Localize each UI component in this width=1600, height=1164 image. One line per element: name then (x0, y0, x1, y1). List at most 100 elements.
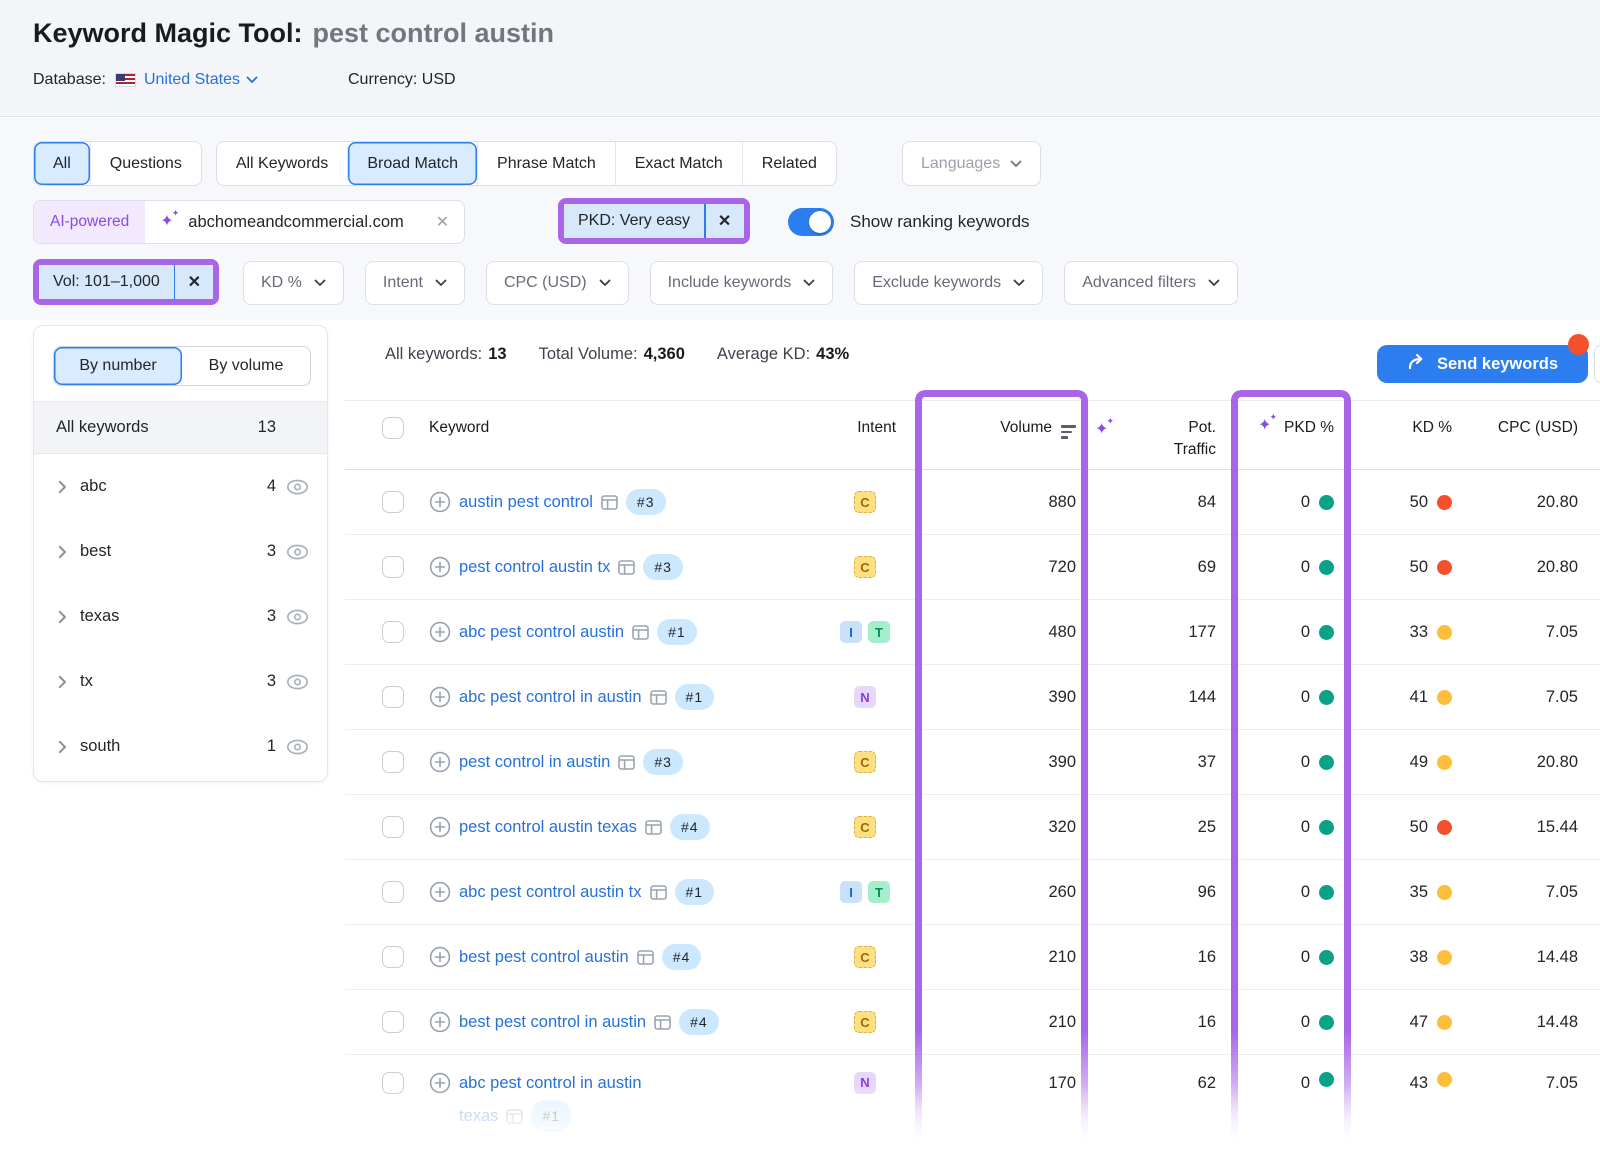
kd-value: 47 (1410, 1013, 1428, 1032)
volume-filter-chip[interactable]: Vol: 101–1,000 ✕ (39, 265, 213, 299)
add-keyword-icon[interactable] (429, 686, 451, 708)
tab-phrase-match[interactable]: Phrase Match (477, 142, 615, 185)
pkd-filter-chip[interactable]: PKD: Very easy ✕ (564, 204, 744, 238)
row-checkbox[interactable] (382, 881, 404, 903)
header-keyword[interactable]: Keyword (420, 401, 830, 469)
row-checkbox[interactable] (382, 1072, 404, 1094)
row-checkbox[interactable] (382, 946, 404, 968)
clear-domain-icon[interactable]: ✕ (436, 212, 449, 232)
row-checkbox[interactable] (382, 686, 404, 708)
eye-icon[interactable] (286, 674, 309, 690)
serp-features-icon[interactable] (632, 625, 649, 640)
intent-cell: IT (830, 600, 900, 664)
pot-traffic-value: 62 (1081, 1055, 1221, 1094)
table-row: abc pest control austin#1IT4801770337.05 (345, 600, 1600, 665)
add-keyword-icon[interactable] (429, 1011, 451, 1033)
keyword-link[interactable]: pest control in austin (459, 753, 610, 772)
row-checkbox[interactable] (382, 621, 404, 643)
add-keyword-icon[interactable] (429, 1072, 451, 1094)
add-keyword-icon[interactable] (429, 881, 451, 903)
database-selector[interactable]: United States (144, 71, 258, 89)
tab-broad-match[interactable]: Broad Match (347, 142, 477, 185)
serp-features-icon[interactable] (506, 1109, 523, 1124)
add-keyword-icon[interactable] (429, 621, 451, 643)
keyword-link[interactable]: pest control austin tx (459, 558, 610, 577)
tab-exact-match[interactable]: Exact Match (615, 142, 742, 185)
filter-dropdown-intent[interactable]: Intent (365, 261, 465, 305)
pkd-cell: 0 (1221, 1055, 1344, 1094)
eye-icon[interactable] (286, 479, 309, 495)
remove-pkd-filter-icon[interactable]: ✕ (706, 211, 744, 231)
group-row-abc[interactable]: abc4 (34, 454, 327, 519)
group-count: 3 (256, 672, 276, 691)
filter-dropdown-exclude-keywords[interactable]: Exclude keywords (854, 261, 1043, 305)
keyword-link[interactable]: best pest control austin (459, 948, 629, 967)
keyword-link[interactable]: austin pest control (459, 493, 593, 512)
sort-descending-icon (1061, 425, 1076, 439)
filter-dropdown-advanced-filters[interactable]: Advanced filters (1064, 261, 1238, 305)
filter-dropdown-kd-[interactable]: KD % (243, 261, 344, 305)
group-row-south[interactable]: south1 (34, 714, 327, 779)
row-checkbox[interactable] (382, 556, 404, 578)
filter-dropdown-cpc-usd-[interactable]: CPC (USD) (486, 261, 629, 305)
group-row-best[interactable]: best3 (34, 519, 327, 584)
group-row-texas[interactable]: texas3 (34, 584, 327, 649)
header-pot-traffic[interactable]: Pot.Traffic (1081, 401, 1221, 469)
serp-features-icon[interactable] (654, 1015, 671, 1030)
add-keyword-icon[interactable] (429, 816, 451, 838)
tab-all-keywords[interactable]: All Keywords (217, 142, 347, 185)
header-intent[interactable]: Intent (830, 401, 900, 469)
keyword-link[interactable]: pest control austin texas (459, 818, 637, 837)
header-kd[interactable]: KD % (1344, 401, 1460, 469)
serp-features-icon[interactable] (637, 950, 654, 965)
serp-features-icon[interactable] (601, 495, 618, 510)
keyword-link[interactable]: abc pest control in austin (459, 1072, 642, 1094)
group-row-tx[interactable]: tx3 (34, 649, 327, 714)
serp-features-icon[interactable] (650, 885, 667, 900)
add-keyword-icon[interactable] (429, 556, 451, 578)
keyword-link-line2[interactable]: texas (459, 1105, 498, 1127)
send-keywords-button[interactable]: Send keywords (1377, 345, 1588, 383)
sidebar-toggle-by-number[interactable]: By number (54, 347, 182, 385)
serp-features-icon[interactable] (645, 820, 662, 835)
cpc-value: 7.05 (1460, 600, 1583, 664)
table-header-row: Keyword Intent Volume Pot.Traffic PKD % … (345, 400, 1600, 470)
keyword-link[interactable]: abc pest control austin (459, 623, 624, 642)
cpc-value: 7.05 (1460, 1055, 1583, 1094)
tab-all[interactable]: All (34, 142, 90, 185)
all-keywords-row[interactable]: All keywords 13 (34, 401, 327, 454)
filter-dropdown-include-keywords[interactable]: Include keywords (650, 261, 834, 305)
row-checkbox[interactable] (382, 1011, 404, 1033)
keyword-link[interactable]: best pest control in austin (459, 1013, 646, 1032)
show-ranking-keywords-toggle[interactable] (788, 208, 834, 236)
select-all-checkbox[interactable] (382, 417, 404, 439)
domain-input[interactable]: abchomeandcommercial.com ✕ (145, 201, 464, 243)
tab-related[interactable]: Related (742, 142, 836, 185)
row-checkbox[interactable] (382, 751, 404, 773)
languages-dropdown[interactable]: Languages (902, 141, 1041, 186)
row-checkbox[interactable] (382, 491, 404, 513)
stat-all-keywords: All keywords:13 (385, 345, 507, 364)
header-volume[interactable]: Volume (900, 401, 1081, 469)
sidebar-toggle-by-volume[interactable]: By volume (182, 347, 310, 385)
pkd-value: 0 (1301, 1013, 1310, 1032)
eye-icon[interactable] (286, 544, 309, 560)
tab-questions[interactable]: Questions (90, 142, 201, 185)
keyword-cell: abc pest control austin tx#1 (420, 860, 830, 924)
eye-icon[interactable] (286, 739, 309, 755)
row-checkbox-cell (345, 470, 420, 534)
serp-features-icon[interactable] (618, 755, 635, 770)
keyword-link[interactable]: abc pest control in austin (459, 688, 642, 707)
header-pkd[interactable]: PKD % (1221, 401, 1344, 469)
serp-features-icon[interactable] (650, 690, 667, 705)
remove-volume-filter-icon[interactable]: ✕ (175, 272, 213, 292)
eye-icon[interactable] (286, 609, 309, 625)
add-keyword-icon[interactable] (429, 751, 451, 773)
keyword-link[interactable]: abc pest control austin tx (459, 883, 642, 902)
partial-button-edge[interactable] (1594, 345, 1600, 383)
serp-features-icon[interactable] (618, 560, 635, 575)
header-cpc[interactable]: CPC (USD) (1460, 401, 1583, 469)
add-keyword-icon[interactable] (429, 946, 451, 968)
row-checkbox[interactable] (382, 816, 404, 838)
add-keyword-icon[interactable] (429, 491, 451, 513)
